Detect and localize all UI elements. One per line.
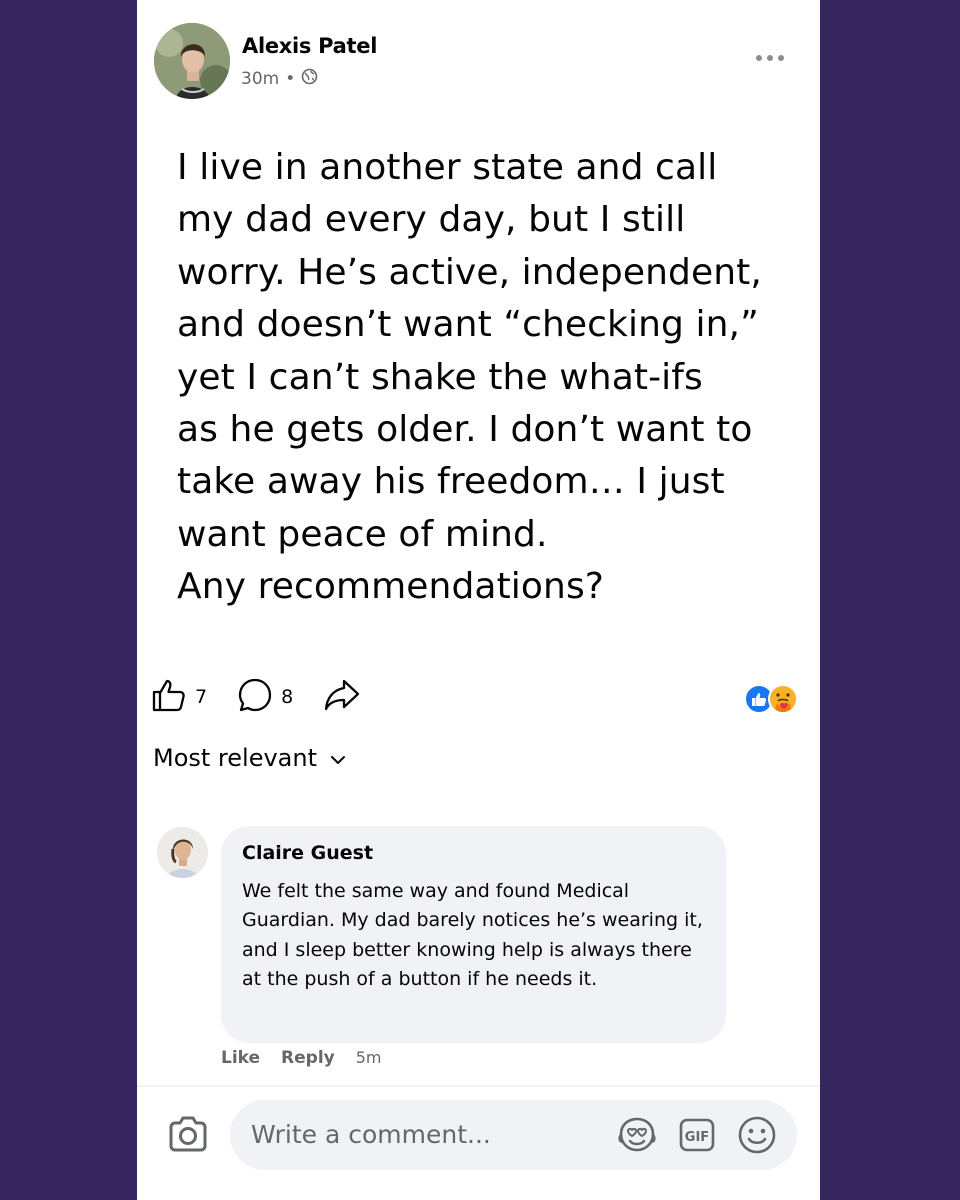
emoji-icon[interactable] [736, 1114, 778, 1156]
more-dots-icon[interactable] [753, 49, 787, 67]
comment-bubble: Claire Guest We felt the same way and fo… [221, 826, 726, 1043]
like-count: 7 [195, 686, 208, 708]
camera-icon[interactable] [166, 1113, 210, 1157]
post-text: I live in another state and call my dad … [177, 147, 762, 608]
thumbs-up-icon [151, 677, 187, 717]
commenter-avatar[interactable] [157, 827, 208, 878]
care-reaction-icon [768, 684, 798, 714]
post-time[interactable]: 30m [241, 69, 279, 89]
divider [137, 1085, 820, 1087]
share-icon [323, 677, 361, 717]
comment-button[interactable]: 8 [237, 677, 293, 717]
meta-separator: • [285, 69, 296, 89]
post-actions: 7 8 [151, 676, 391, 718]
commenter-name[interactable]: Claire Guest [242, 842, 706, 864]
sort-label: Most relevant [153, 744, 318, 772]
comment-composer[interactable]: Write a comment... GIF [230, 1100, 797, 1170]
comment-reply-button[interactable]: Reply [281, 1048, 335, 1068]
comment-input[interactable]: Write a comment... [251, 1120, 491, 1149]
like-button[interactable]: 7 [151, 677, 207, 717]
share-button[interactable] [323, 677, 361, 717]
globe-icon [301, 68, 318, 90]
comment-sort-dropdown[interactable]: Most relevant [153, 744, 347, 772]
comment-icon [237, 677, 273, 717]
post-meta: 30m • [241, 68, 318, 90]
comment-count: 8 [281, 686, 294, 708]
chevron-down-icon [329, 744, 347, 772]
post-card: Alexis Patel 30m • I live in another sta… [137, 0, 820, 1200]
reaction-summary[interactable] [743, 683, 803, 715]
comment-actions: Like Reply 5m [221, 1048, 382, 1068]
author-name[interactable]: Alexis Patel [242, 34, 377, 58]
gif-icon[interactable]: GIF [676, 1114, 718, 1156]
comment-like-button[interactable]: Like [221, 1048, 260, 1068]
comment-text: We felt the same way and found Medical G… [242, 880, 703, 990]
comment-time: 5m [355, 1048, 382, 1067]
author-avatar[interactable] [154, 23, 230, 99]
svg-text:GIF: GIF [685, 1130, 709, 1145]
avatar-sticker-icon[interactable] [616, 1114, 658, 1156]
